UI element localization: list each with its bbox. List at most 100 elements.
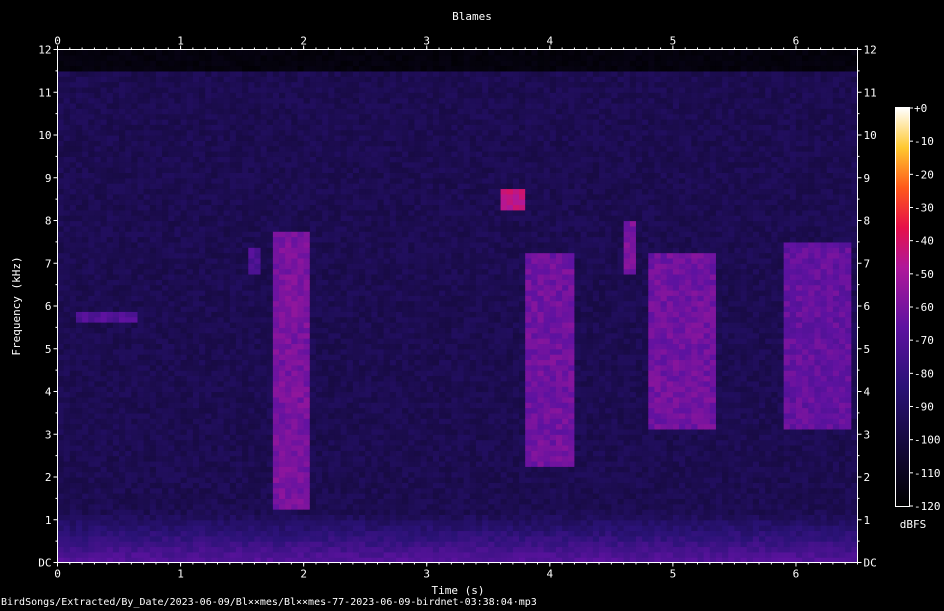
heat-cell [272,338,280,344]
heat-cell [57,215,65,222]
heat-cell [82,364,89,371]
heat-cell [100,129,108,136]
heat-cell [229,183,237,190]
heat-cell [125,471,132,478]
heat-cell [291,279,299,286]
heat-cell [94,493,102,499]
heat-cell [254,172,262,179]
heat-cell [75,359,83,366]
heat-cell [322,450,329,457]
heat-cell [199,412,206,419]
heat-cell [88,375,96,382]
heat-cell [371,316,379,323]
heat-cell [100,124,108,131]
heat-cell [82,354,89,361]
heat-cell [69,236,77,243]
heat-cell [346,322,354,328]
heat-cell [297,375,305,382]
heat-cell [248,332,256,339]
heat-cell [242,236,249,243]
heat-cell [285,530,292,537]
heat-cell [119,113,126,120]
heat-cell [322,316,329,323]
heat-cell [242,199,249,206]
heat-cell [235,225,243,232]
heat-cell [205,503,212,510]
heat-cell [328,487,336,494]
heat-cell [359,140,366,147]
heat-cell [328,279,336,286]
heat-cell [131,332,139,339]
heat-cell [340,92,348,99]
heat-cell [75,177,83,184]
heat-cell [266,295,274,302]
heat-cell [365,209,372,216]
heat-cell [82,316,89,323]
heat-cell [291,412,299,419]
heat-cell [112,338,120,344]
heat-cell [235,332,243,339]
heat-cell [248,60,256,67]
heat-cell [315,247,323,254]
heat-cell [285,370,292,377]
heat-cell [162,423,169,430]
heat-cell [359,460,366,467]
heat-cell [82,247,89,254]
heat-cell [125,167,132,173]
heat-cell [303,102,311,109]
heat-cell [272,380,280,387]
heat-cell [334,167,342,173]
heat-cell [235,487,243,494]
heat-cell [303,54,311,61]
heat-cell [217,386,225,393]
heat-cell [149,541,157,548]
heat-cell [242,113,249,120]
heat-cell [272,209,280,216]
heat-cell [162,129,169,136]
heat-cell [217,541,225,548]
heat-cell [242,551,249,558]
heat-cell [69,204,77,211]
heat-cell [365,135,372,141]
heat-cell [359,482,366,489]
heat-cell [69,423,77,430]
heat-cell [285,215,292,222]
heat-cell [168,327,176,334]
heat-cell [57,327,65,334]
heat-cell [119,503,126,510]
heat-cell [119,86,126,93]
heat-cell [131,418,139,425]
heat-cell [297,81,305,88]
heat-cell [217,279,225,286]
heat-cell [94,295,102,302]
heat-cell [192,135,200,141]
heat-cell [69,102,77,109]
heat-cell [229,300,237,307]
heat-cell [235,129,243,136]
heat-cell [205,407,212,414]
heat-cell [229,541,237,548]
heat-cell [180,108,188,115]
heat-cell [291,135,299,141]
heat-cell [328,450,336,457]
heat-cell [131,156,139,163]
heat-cell [186,460,194,467]
heat-cell [254,444,262,451]
heat-cell [346,151,354,157]
heat-cell [279,204,286,211]
heat-cell [186,354,194,361]
heat-cell [229,172,237,179]
heat-cell [180,135,188,141]
heat-cell [365,343,372,350]
heat-cell [365,215,372,222]
heat-cell [322,129,329,136]
heat-cell [199,386,206,393]
heat-cell [315,273,323,280]
heat-cell [125,102,132,109]
heat-cell [315,215,323,222]
heat-cell [112,241,120,248]
heat-cell [352,316,360,323]
heat-cell [229,423,237,430]
heat-cell [137,514,145,521]
heat-cell [57,273,65,280]
